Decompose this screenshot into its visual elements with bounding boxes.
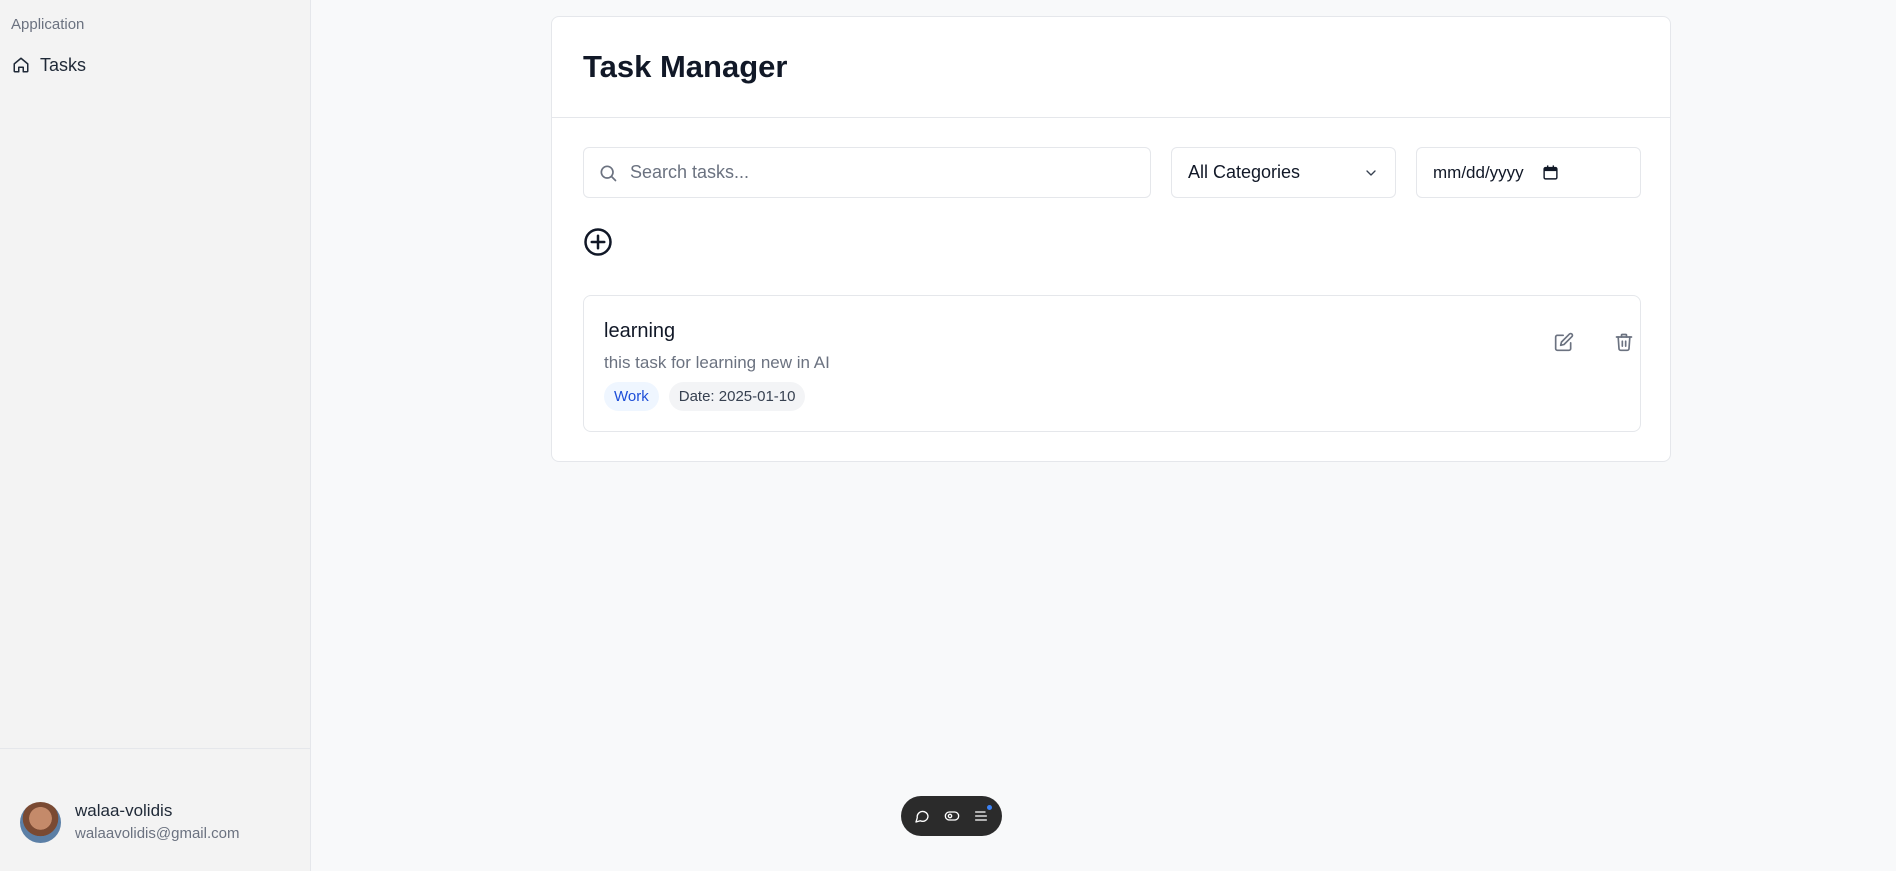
home-icon (13, 57, 29, 73)
user-email: walaavolidis@gmail.com (75, 825, 240, 842)
calendar-icon[interactable] (1542, 164, 1559, 181)
edit-icon (1554, 332, 1574, 352)
trash-icon (1615, 333, 1633, 352)
search-icon (600, 165, 617, 181)
avatar[interactable] (20, 802, 61, 843)
plus-circle-icon (584, 228, 612, 256)
menu-icon[interactable] (973, 805, 992, 824)
user-profile[interactable]: walaa-volidis walaavolidis@gmail.com (0, 748, 310, 871)
date-placeholder: mm/dd/yyyy (1433, 162, 1524, 182)
chat-icon[interactable] (914, 808, 930, 824)
search-box[interactable] (583, 147, 1151, 198)
task-title: learning (604, 320, 676, 342)
task-manager-card: Task Manager All Categories mm/dd/yyyy l… (551, 16, 1671, 462)
eye-toggle-icon[interactable] (944, 808, 960, 824)
task-card: learning this task for learning new in A… (583, 295, 1641, 432)
category-badge: Work (604, 382, 659, 411)
sidebar-item-tasks[interactable]: Tasks (6, 50, 304, 80)
card-header: Task Manager (552, 17, 1670, 118)
category-select-value: All Categories (1188, 162, 1301, 182)
category-select[interactable]: All Categories (1171, 147, 1396, 198)
floating-toolbar (901, 796, 1002, 836)
sidebar-group-label: Application (11, 16, 85, 33)
page-title: Task Manager (583, 49, 788, 84)
task-badges: Work Date: 2025-01-10 (604, 382, 806, 411)
chevron-down-icon (1366, 169, 1376, 176)
delete-task-button[interactable] (1610, 328, 1638, 356)
search-input[interactable] (630, 162, 1130, 183)
task-description: this task for learning new in AI (604, 353, 830, 372)
sidebar-item-label: Tasks (40, 54, 87, 75)
date-badge: Date: 2025-01-10 (668, 382, 806, 411)
notification-dot (986, 805, 992, 810)
sidebar: Application Tasks walaa-volidis walaavol… (0, 0, 311, 871)
add-task-button[interactable] (583, 227, 613, 257)
user-name: walaa-volidis (75, 801, 173, 820)
edit-task-button[interactable] (1550, 328, 1578, 356)
date-filter-input[interactable]: mm/dd/yyyy (1416, 147, 1641, 198)
